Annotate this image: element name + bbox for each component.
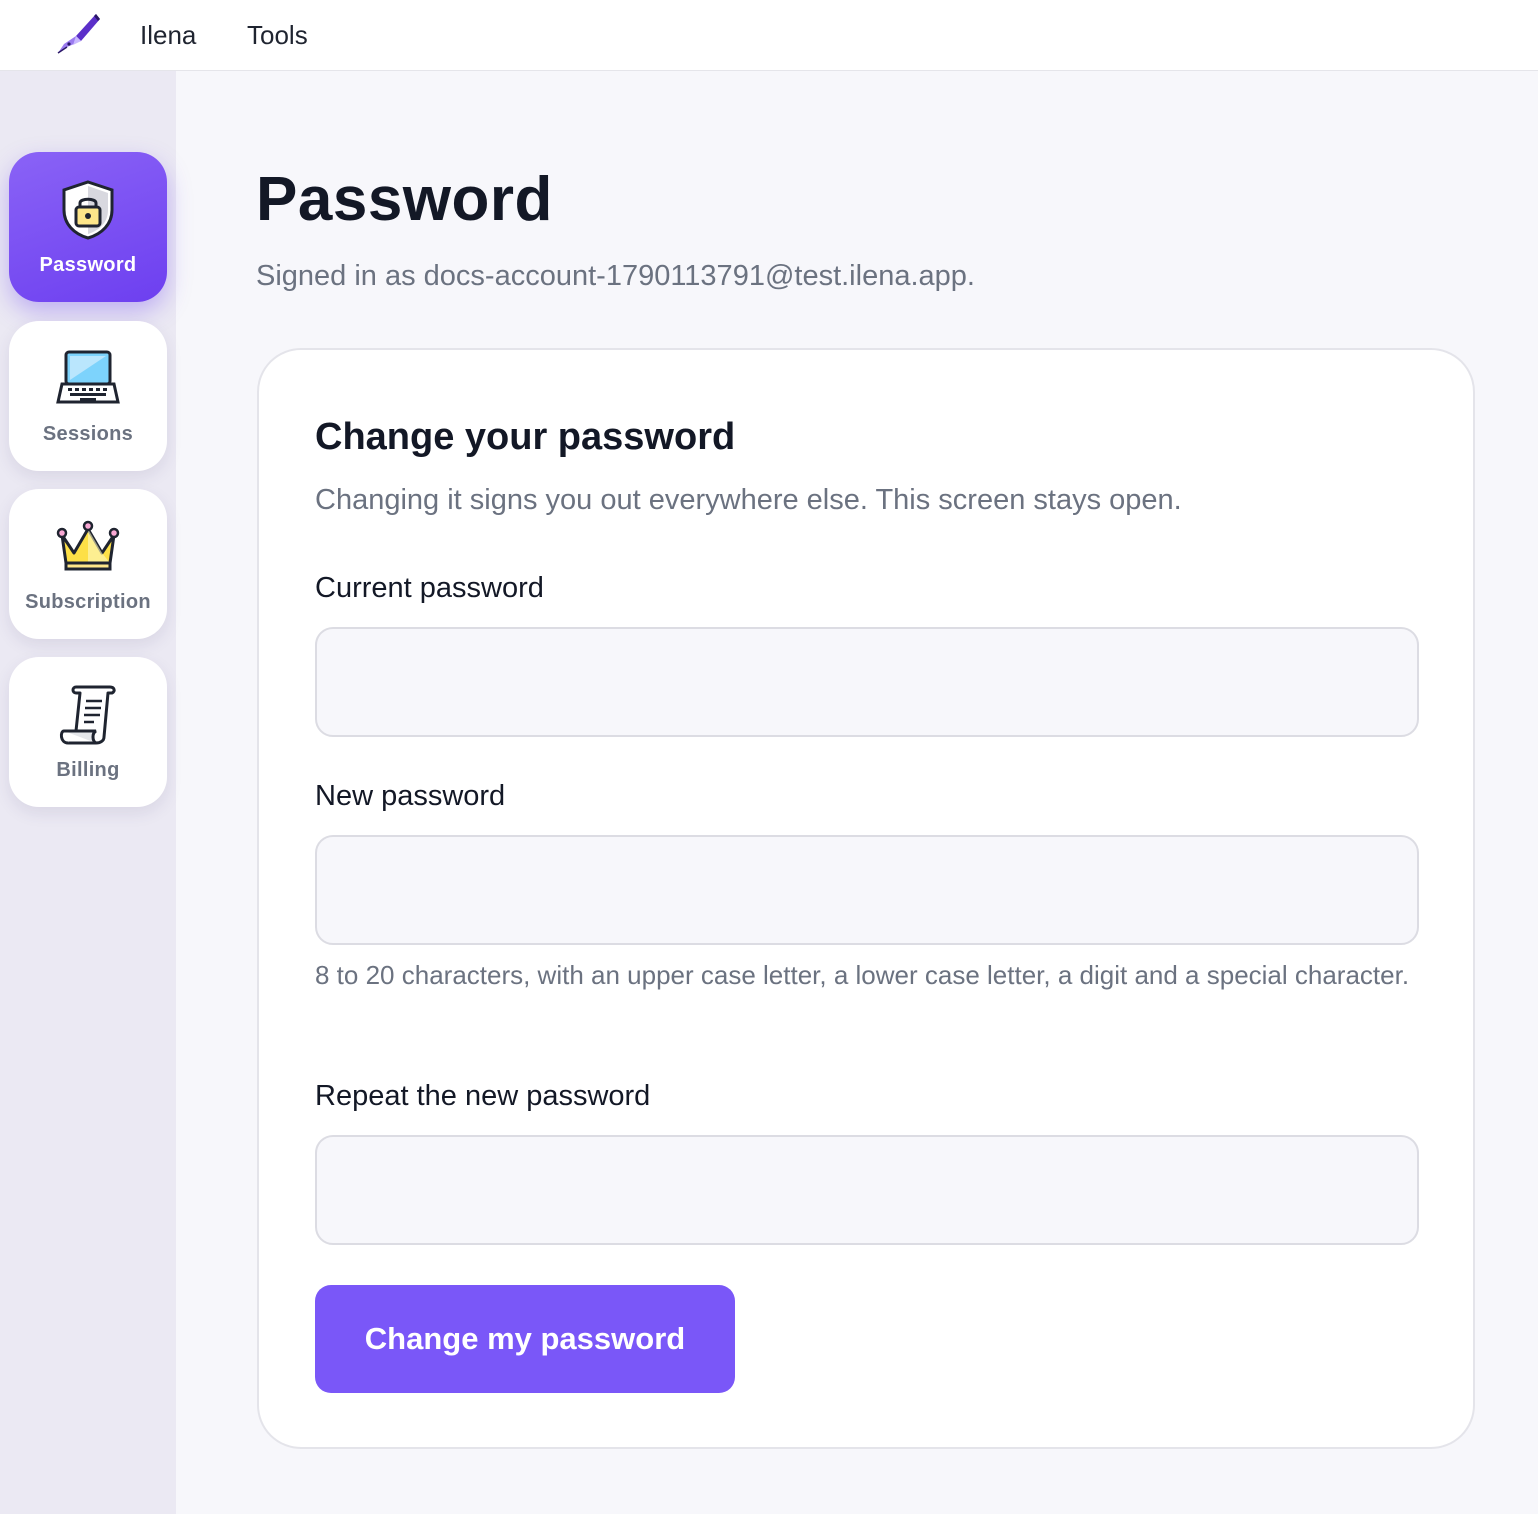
sidebar-item-subscription[interactable]: Subscription [9,489,167,639]
page-title: Password [256,165,553,234]
sidebar-item-label: Billing [56,759,120,781]
new-password-input[interactable] [315,835,1419,945]
sidebar-item-sessions[interactable]: Sessions [9,321,167,471]
card-title: Change your password [315,416,736,458]
sidebar-item-password[interactable]: Password [9,152,167,302]
password-requirements-hint: 8 to 20 characters, with an upper case l… [315,960,1410,990]
change-password-button[interactable]: Change my password [315,1285,735,1393]
repeat-password-label: Repeat the new password [315,1080,651,1112]
current-password-label: Current password [315,572,544,604]
change-password-card: Change your password Changing it signs y… [257,348,1475,1449]
repeat-password-input[interactable] [315,1135,1419,1245]
fountain-pen-icon[interactable] [52,10,102,56]
nav-link-tools[interactable]: Tools [247,20,308,51]
signed-in-info: Signed in as docs-account-1790113791@tes… [256,260,975,292]
card-subtitle: Changing it signs you out everywhere els… [315,484,1182,516]
settings-sidebar: Password Sessions Subscription Billing [0,71,176,1514]
laptop-icon [56,347,120,411]
sidebar-item-label: Sessions [42,423,134,445]
crown-icon [56,515,120,579]
sidebar-item-label: Password [39,254,137,276]
sidebar-item-billing[interactable]: Billing [9,657,167,807]
receipt-scroll-icon [56,683,120,747]
new-password-label: New password [315,780,506,812]
current-password-input[interactable] [315,627,1419,737]
sidebar-item-label: Subscription [25,591,151,613]
nav-link-ilena[interactable]: Ilena [140,20,196,51]
shield-lock-icon [56,178,120,242]
top-navigation-bar: Ilena Tools [0,0,1538,71]
